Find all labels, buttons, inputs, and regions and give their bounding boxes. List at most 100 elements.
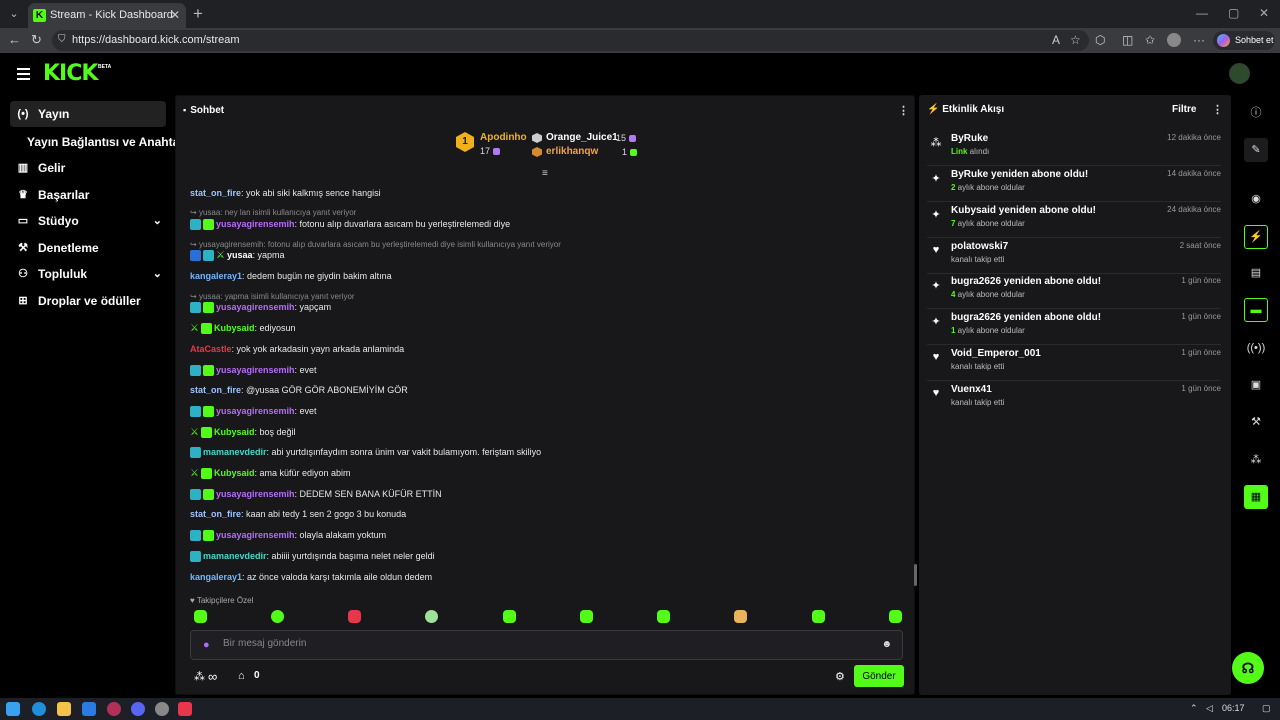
activity-options-icon[interactable]: ⋮: [1212, 103, 1223, 116]
activity-item[interactable]: ♥ Vuenx41 kanalı takip etti 1 gün önce: [927, 381, 1221, 417]
sidebar-item-yayin[interactable]: (•) Yayın: [10, 101, 166, 127]
chevron-down-icon[interactable]: ⌄: [153, 261, 162, 287]
broadcast-wave-icon[interactable]: ((•)): [1244, 336, 1268, 360]
moderator-sword-icon: ⚔: [216, 250, 225, 262]
emote-icon[interactable]: [657, 610, 670, 623]
file-explorer-icon[interactable]: [57, 702, 71, 716]
favorites-icon[interactable]: ✩: [1145, 33, 1155, 47]
notes-icon[interactable]: ▤: [1244, 261, 1268, 285]
sidebar-item-basarilar[interactable]: ♛ Başarılar: [10, 182, 166, 208]
activity-item[interactable]: ✦ bugra2626 yeniden abone oldu! 1 aylık …: [927, 309, 1221, 345]
back-icon[interactable]: ←: [8, 32, 21, 47]
clapperboard-icon[interactable]: ▦: [1244, 485, 1268, 509]
chat-message-input[interactable]: [223, 638, 823, 649]
emote-icon[interactable]: [580, 610, 593, 623]
reload-icon[interactable]: ↻: [31, 32, 42, 48]
sidebar-item-denetleme[interactable]: ⚒ Denetleme: [10, 235, 166, 261]
chat-message: kangaleray1: dedem bugün ne giydin bakim…: [190, 271, 392, 281]
volume-icon[interactable]: ◁: [1206, 703, 1213, 714]
activity-item[interactable]: ✦ ByRuke yeniden abone oldu! 2 aylık abo…: [927, 166, 1221, 202]
maximize-icon[interactable]: ▢: [1228, 6, 1239, 20]
tray-chevron-icon[interactable]: ⌃: [1190, 703, 1198, 714]
followers-only-note: ♥ Takipçilere Özel: [190, 596, 254, 605]
split-screen-icon[interactable]: ◫: [1122, 33, 1133, 47]
chat-scrollbar[interactable]: [914, 564, 917, 586]
channel-points-icon[interactable]: ⁂: [194, 670, 205, 683]
notification-icon[interactable]: ▢: [1262, 703, 1271, 714]
profile-avatar-icon[interactable]: [1167, 33, 1181, 47]
kick-logo[interactable]: KICK: [43, 61, 98, 86]
activity-item[interactable]: ✦ bugra2626 yeniden abone oldu! 4 aylık …: [927, 273, 1221, 309]
app-icon[interactable]: [155, 702, 169, 716]
app-icon[interactable]: [82, 702, 96, 716]
user-avatar[interactable]: [1229, 63, 1250, 84]
gift-icon: [493, 148, 501, 156]
microphone-icon[interactable]: ●: [203, 639, 210, 651]
activity-lightning-icon[interactable]: ⚡: [1244, 225, 1268, 249]
app-icon[interactable]: [178, 702, 192, 716]
emote-icon[interactable]: [348, 610, 361, 623]
sub-badge-icon: [190, 551, 201, 563]
tab-list-icon[interactable]: ⌄: [6, 6, 22, 22]
sidebar-subitem-stream-key[interactable]: Yayın Bağlantısı ve Anahtarı: [27, 135, 187, 149]
tab-close-icon[interactable]: ✕: [170, 8, 180, 22]
emote-icon[interactable]: [889, 610, 902, 623]
activity-item[interactable]: ♥ polatowski7 kanalı takip etti 2 saat ö…: [927, 238, 1221, 274]
filter-button[interactable]: Filtre: [1172, 104, 1196, 115]
edit-pencil-icon[interactable]: ✎: [1244, 138, 1268, 162]
chat-input-box[interactable]: ● ☻: [190, 630, 903, 660]
emoji-picker-icon[interactable]: ☻: [881, 639, 892, 650]
chat-filter-icon[interactable]: ≡: [542, 168, 548, 179]
camera-icon[interactable]: ◉: [1244, 187, 1268, 211]
url-field[interactable]: ⛉ https://dashboard.kick.com/stream A ☆: [52, 30, 1089, 51]
activity-item-time: 24 dakika önce: [1167, 205, 1221, 214]
sidebar-item-label: Denetleme: [38, 241, 99, 255]
window-close-icon[interactable]: ✕: [1259, 6, 1269, 20]
more-menu-icon[interactable]: ···: [1193, 33, 1205, 47]
activity-item[interactable]: ♥ Void_Emperor_001 kanalı takip etti 1 g…: [927, 345, 1221, 381]
favorite-star-icon[interactable]: ☆: [1070, 33, 1081, 47]
edge-icon[interactable]: [32, 702, 46, 716]
windows-start-icon[interactable]: [6, 702, 20, 716]
hamburger-menu-icon[interactable]: [17, 68, 30, 83]
new-tab-button[interactable]: +: [193, 4, 203, 24]
sidebar-item-gelir[interactable]: ▥ Gelir: [10, 155, 166, 181]
sidebar-item-studyo[interactable]: ▭ Stüdyo ⌄: [10, 208, 166, 234]
chat-options-icon[interactable]: ⋮: [898, 104, 909, 117]
store-icon[interactable]: ⌂: [238, 670, 245, 682]
support-headset-icon[interactable]: ☊: [1232, 652, 1264, 684]
emote-icon[interactable]: [812, 610, 825, 623]
emote-icon[interactable]: [734, 610, 747, 623]
gifter-name[interactable]: Apodinho: [480, 132, 527, 143]
moderation-wrench-icon[interactable]: ⚒: [1244, 410, 1268, 434]
copilot-chat-button[interactable]: Sohbet et: [1213, 31, 1275, 50]
extension-icon[interactable]: ⬡: [1095, 33, 1105, 47]
emote-icon[interactable]: [271, 610, 284, 623]
emote-icon[interactable]: [503, 610, 516, 623]
send-button[interactable]: Gönder: [854, 665, 904, 687]
gifter-name[interactable]: Orange_Juice1: [546, 132, 618, 143]
activity-item[interactable]: ✦ Kubysaid yeniden abone oldu! 7 aylık a…: [927, 202, 1221, 238]
activity-item[interactable]: ⁂ ByRuke Link alındı 12 dakika önce: [927, 130, 1221, 166]
emote-icon[interactable]: [194, 610, 207, 623]
discord-icon[interactable]: [131, 702, 145, 716]
sidebar-item-droplar[interactable]: ⊞ Droplar ve ödüller: [10, 288, 166, 314]
stream-info-icon[interactable]: ▣: [1244, 373, 1268, 397]
read-aloud-icon[interactable]: A: [1052, 33, 1060, 47]
minimize-icon[interactable]: —: [1196, 6, 1208, 20]
browser-tab[interactable]: K Stream - Kick Dashboard ✕: [28, 3, 186, 28]
sidebar-item-topluluk[interactable]: ⚇ Topluluk ⌄: [10, 261, 166, 287]
chat-settings-gear-icon[interactable]: ⚙: [835, 670, 845, 683]
emote-icon[interactable]: [425, 610, 438, 623]
app-icon[interactable]: [107, 702, 121, 716]
chat-message: stat_on_fire: @yusaa GÖR GÖR ABONEMİYİM …: [190, 385, 408, 395]
drops-icon[interactable]: ⁂: [1244, 448, 1268, 472]
chat-toggle-icon[interactable]: ▬: [1244, 298, 1268, 322]
activity-feed-panel: ⚡ Etkinlik Akışı Filtre ⋮ ⁂ ByRuke Link …: [919, 95, 1231, 695]
info-icon[interactable]: ⓘ: [1244, 101, 1268, 125]
lightning-icon: ⚡: [927, 104, 943, 115]
gifter-name[interactable]: erlikhanqw: [546, 146, 598, 157]
gift-icon: [629, 135, 637, 143]
site-info-icon[interactable]: ⛉: [58, 34, 66, 45]
chevron-down-icon[interactable]: ⌄: [153, 208, 162, 234]
